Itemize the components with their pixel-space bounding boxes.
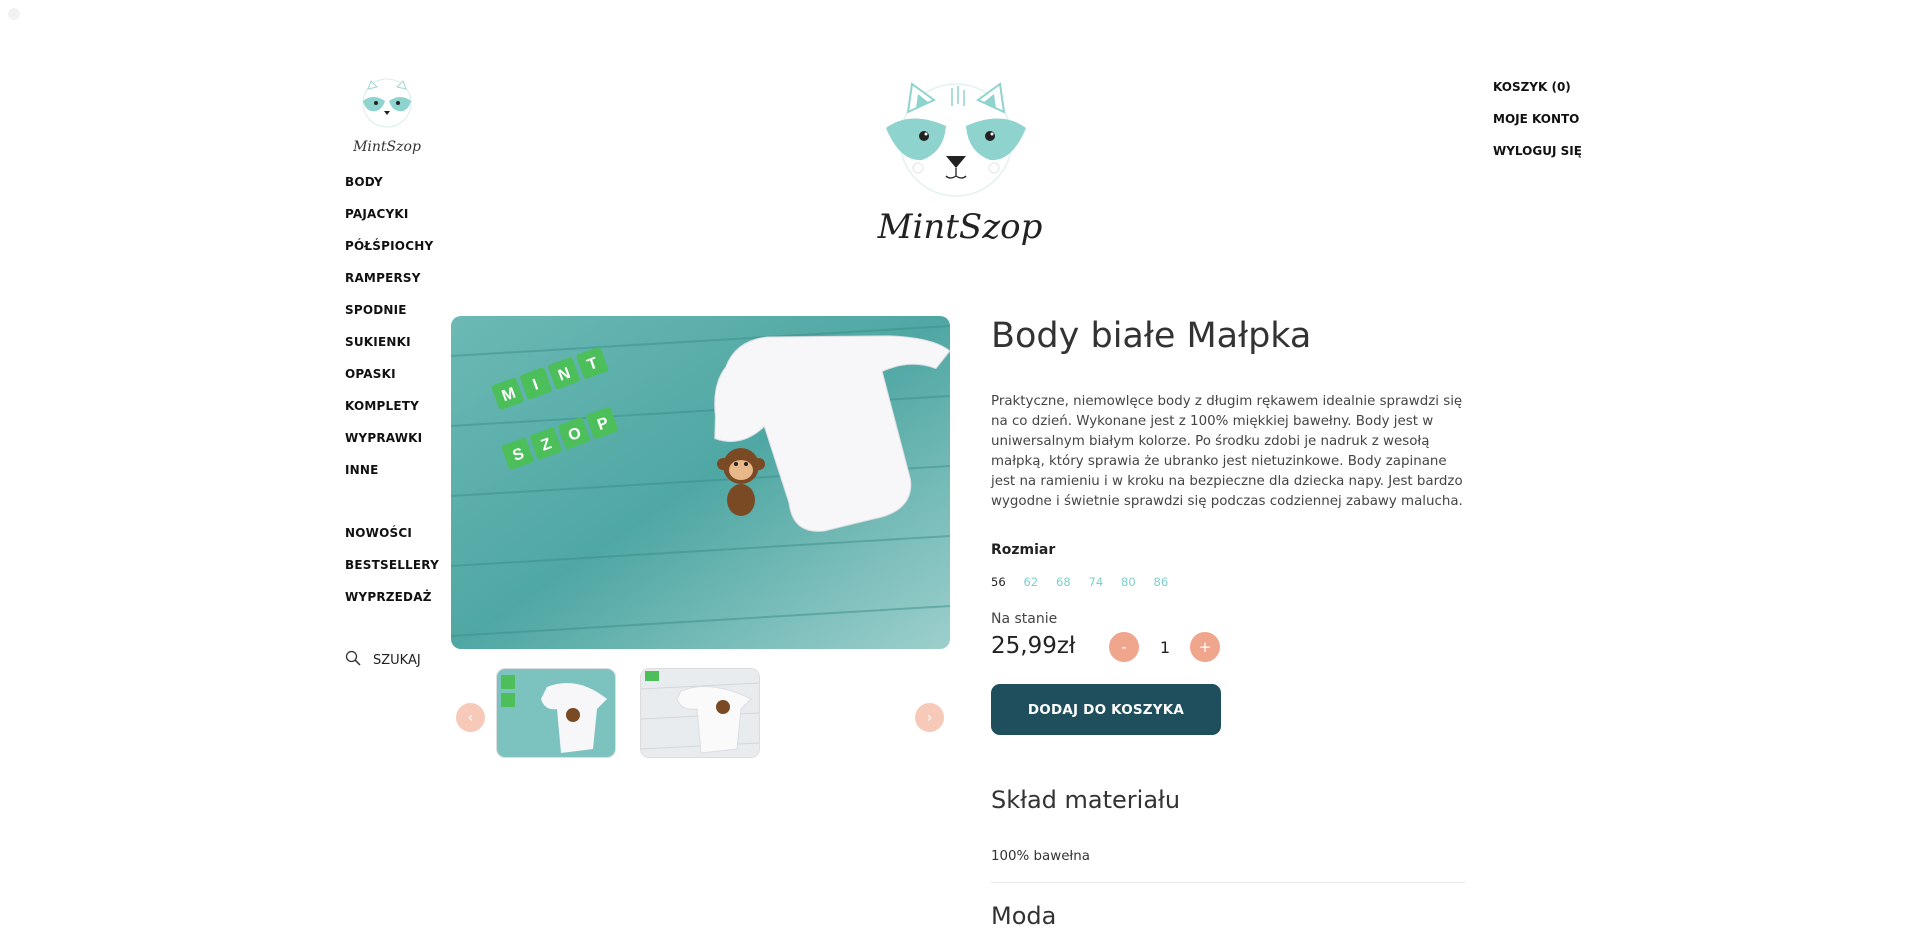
main-logo-text: MintSzop xyxy=(877,207,1043,247)
account-nav: KOSZYK (0) MOJE KONTO WYLOGUJ SIĘ xyxy=(1493,79,1582,175)
size-option-80[interactable]: 80 xyxy=(1121,575,1154,589)
category-link-sukienki[interactable]: SUKIENKI xyxy=(345,334,433,366)
product-main-image[interactable]: M I N T S Z O P xyxy=(451,316,950,649)
sidebar-logo-text: MintSzop xyxy=(352,139,421,155)
category-link-wyprawki[interactable]: WYPRAWKI xyxy=(345,430,433,462)
my-account-link[interactable]: MOJE KONTO xyxy=(1493,111,1582,143)
next-section-title: Moda xyxy=(991,902,1057,930)
quantity-increase-button[interactable]: + xyxy=(1190,632,1220,662)
special-link-bestsellery[interactable]: BESTSELLERY xyxy=(345,557,439,589)
size-label: Rozmiar xyxy=(991,542,1056,558)
category-link-inne[interactable]: INNE xyxy=(345,462,433,494)
quantity-decrease-button[interactable]: - xyxy=(1109,632,1139,662)
size-option-62[interactable]: 62 xyxy=(1024,575,1057,589)
category-link-pajacyki[interactable]: PAJACYKI xyxy=(345,206,433,238)
category-link-body[interactable]: BODY xyxy=(345,174,433,206)
logout-link[interactable]: WYLOGUJ SIĘ xyxy=(1493,143,1582,175)
product-price: 25,99zł xyxy=(991,633,1076,659)
gallery-thumbnail[interactable] xyxy=(497,669,615,757)
gallery-thumbnail[interactable] xyxy=(641,669,759,757)
size-option-74[interactable]: 74 xyxy=(1089,575,1122,589)
search-icon xyxy=(345,650,361,670)
sidebar-logo[interactable]: MintSzop xyxy=(343,75,433,160)
size-option-68[interactable]: 68 xyxy=(1056,575,1089,589)
category-link-rampersy[interactable]: RAMPERSY xyxy=(345,270,433,302)
category-link-spodnie[interactable]: SPODNIE xyxy=(345,302,433,334)
special-link-nowosci[interactable]: NOWOŚCI xyxy=(345,525,439,557)
size-selector: 56 62 68 74 80 86 xyxy=(991,575,1186,589)
material-section-title: Skład materiału xyxy=(991,786,1181,814)
size-option-56[interactable]: 56 xyxy=(991,575,1024,589)
product-title: Body białe Małpka xyxy=(991,316,1312,356)
gallery-next-button[interactable]: › xyxy=(915,703,944,732)
corner-indicator xyxy=(8,8,20,20)
size-option-86[interactable]: 86 xyxy=(1154,575,1187,589)
cart-link[interactable]: KOSZYK (0) xyxy=(1493,79,1582,111)
stock-status: Na stanie xyxy=(991,611,1058,627)
product-description: Praktyczne, niemowlęce body z długim ręk… xyxy=(991,394,1463,509)
search-button[interactable]: SZUKAJ xyxy=(345,650,421,670)
category-link-opaski[interactable]: OPASKI xyxy=(345,366,433,398)
main-logo[interactable]: MintSzop xyxy=(860,76,1060,256)
category-nav: BODY PAJACYKI PÓŁŚPIOCHY RAMPERSY SPODNI… xyxy=(345,174,433,494)
category-link-komplety[interactable]: KOMPLETY xyxy=(345,398,433,430)
add-to-cart-button[interactable]: DODAJ DO KOSZYKA xyxy=(991,684,1221,735)
quantity-value[interactable]: 1 xyxy=(1155,638,1175,657)
search-label: SZUKAJ xyxy=(373,652,421,668)
gallery-prev-button[interactable]: ‹ xyxy=(456,703,485,732)
special-link-wyprzedaz[interactable]: WYPRZEDAŻ xyxy=(345,589,439,621)
special-nav: NOWOŚCI BESTSELLERY WYPRZEDAŻ xyxy=(345,525,439,621)
section-divider xyxy=(991,882,1465,883)
material-value: 100% bawełna xyxy=(991,849,1090,864)
category-link-polspiochy[interactable]: PÓŁŚPIOCHY xyxy=(345,238,433,270)
